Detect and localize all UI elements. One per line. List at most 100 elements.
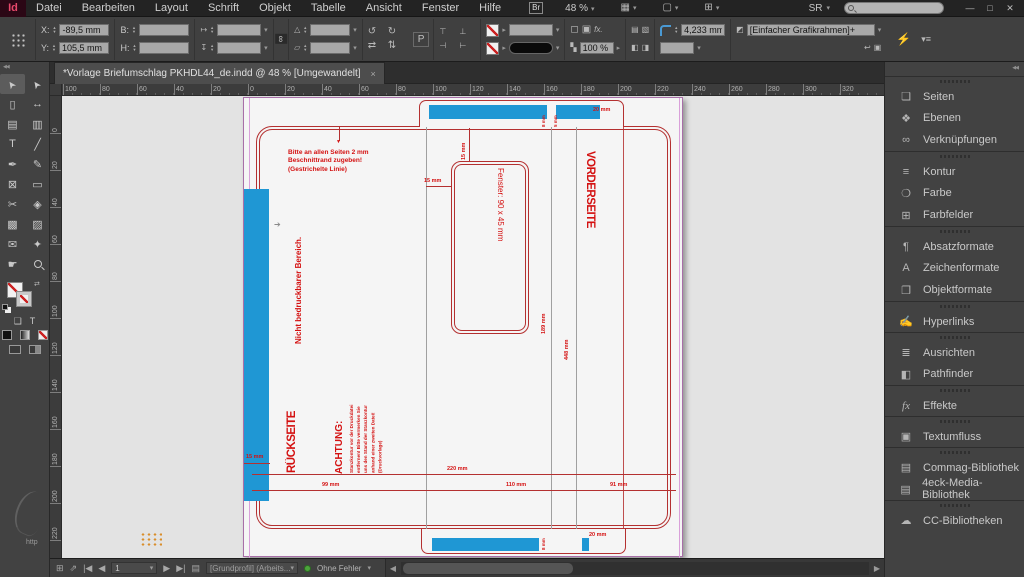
next-page-button[interactable]: ▶ <box>163 563 170 574</box>
scale-y-stepper[interactable]: ▲▼ <box>210 44 214 52</box>
menu-hilfe[interactable]: Hilfe <box>469 0 511 17</box>
scroll-right-icon[interactable]: ▶ <box>870 564 884 573</box>
content-placer-tool[interactable]: ▥ <box>25 114 50 134</box>
page-tool[interactable]: ▯ <box>0 94 25 114</box>
wrap-none-icon[interactable]: ▤ <box>631 24 639 36</box>
shear-input[interactable] <box>310 42 350 54</box>
wrap-jump-icon[interactable]: ◨ <box>642 42 650 54</box>
rotation-stepper[interactable]: ▲▼ <box>303 26 307 34</box>
collapse-panels-icon[interactable]: ◀◀ <box>885 62 1024 76</box>
content-collector-tool[interactable]: ▤ <box>0 114 25 134</box>
chevron-down-icon[interactable]: ▾ <box>353 44 357 52</box>
previous-page-button[interactable]: ◀ <box>98 563 105 574</box>
menu-tabelle[interactable]: Tabelle <box>301 0 356 17</box>
stroke-swatch[interactable] <box>486 42 499 55</box>
width-input[interactable] <box>139 24 189 36</box>
reference-point-proxy[interactable] <box>10 32 25 47</box>
panel-item-textumfluss[interactable]: ▣ Textumfluss <box>885 416 1024 447</box>
menu-fenster[interactable]: Fenster <box>412 0 469 17</box>
zoom-level-control[interactable]: 48 %▾ <box>565 3 594 14</box>
width-stepper[interactable]: ▲▼ <box>132 26 136 34</box>
ruler-origin[interactable] <box>50 84 62 96</box>
rotation-input[interactable] <box>310 24 350 36</box>
collapse-tools-icon[interactable]: ◀◀ <box>0 62 49 74</box>
menu-layout[interactable]: Layout <box>145 0 198 17</box>
chevron-down-icon[interactable]: ▾ <box>556 26 560 34</box>
default-fill-stroke-icon[interactable] <box>2 304 8 310</box>
rotate-cw-icon[interactable]: ↻ <box>388 26 404 38</box>
corner-radius-stepper[interactable]: ▲▼ <box>674 26 678 34</box>
close-tab-icon[interactable]: × <box>371 69 376 79</box>
gradient-tool[interactable]: ▩ <box>0 214 25 234</box>
corner-options-icon[interactable] <box>660 25 671 36</box>
select-container-icon[interactable]: P <box>413 32 430 47</box>
chevron-down-icon[interactable]: ▾ <box>556 44 560 52</box>
apply-none-icon[interactable] <box>38 330 48 340</box>
pasteboard[interactable]: Bitte an allen Seiten 2 mm Beschnittrand… <box>62 96 884 558</box>
view-icon-b[interactable]: ⇗ <box>70 563 78 574</box>
stroke-style-dropdown[interactable] <box>509 42 553 54</box>
panel-item-absatzformate[interactable]: ¶ Absatzformate <box>885 226 1024 257</box>
gradient-feather-tool[interactable]: ▨ <box>25 214 50 234</box>
tint-input[interactable] <box>509 24 553 36</box>
search-input[interactable] <box>854 3 934 13</box>
corner-shape-dropdown[interactable] <box>660 42 694 54</box>
panel-item-kontur[interactable]: ≡ Kontur <box>885 151 1024 182</box>
panel-item-hyperlinks[interactable]: ✍ Hyperlinks <box>885 301 1024 332</box>
menu-bearbeiten[interactable]: Bearbeiten <box>72 0 145 17</box>
quick-apply-icon[interactable]: ▣ <box>874 42 882 54</box>
direct-selection-tool[interactable]: ➤ <box>25 74 50 94</box>
link-scale-icon[interactable]: ∞ <box>275 34 287 44</box>
panel-item-farbe[interactable]: ❍ Farbe <box>885 182 1024 204</box>
align-left-icon[interactable]: ⊣ <box>439 40 455 52</box>
pen-tool[interactable]: ✒ <box>0 154 25 174</box>
chevron-down-icon[interactable]: ▾ <box>878 26 882 34</box>
menu-objekt[interactable]: Objekt <box>249 0 301 17</box>
shear-stepper[interactable]: ▲▼ <box>303 44 307 52</box>
fill-swatch[interactable] <box>486 24 499 37</box>
preflight-profile-dropdown[interactable]: [Grundprofil] (Arbeits...▾ <box>206 562 298 574</box>
gap-tool[interactable]: ↔ <box>25 94 50 114</box>
scroll-left-icon[interactable]: ◀ <box>386 564 400 573</box>
preflight-panel-icon[interactable]: ▤ <box>191 563 200 574</box>
screen-mode-dropdown[interactable]: ▢▾ <box>662 2 678 14</box>
corner-radius-input[interactable] <box>681 24 725 36</box>
frame-tool[interactable]: ⊠ <box>0 174 25 194</box>
last-page-button[interactable]: ▶| <box>176 563 185 574</box>
panel-item-verknuepfungen[interactable]: ∞ Verknüpfungen <box>885 129 1024 151</box>
search-box[interactable] <box>844 2 944 14</box>
wrap-object-icon[interactable]: ◧ <box>631 42 639 54</box>
free-transform-tool[interactable]: ◈ <box>25 194 50 214</box>
formatting-container-icon[interactable]: ❑ <box>14 316 22 327</box>
arrange-documents-dropdown[interactable]: ⊞▾ <box>704 2 719 14</box>
panel-item-farbfelder[interactable]: ⊞ Farbfelder <box>885 204 1024 226</box>
line-tool[interactable]: ╱ <box>25 134 50 154</box>
flip-vertical-icon[interactable]: ⇅ <box>388 40 404 52</box>
note-tool[interactable]: ✉ <box>0 234 25 254</box>
panel-item-seiten[interactable]: ❏ Seiten <box>885 76 1024 107</box>
panel-item-zeichenformate[interactable]: A Zeichenformate <box>885 257 1024 279</box>
x-input[interactable] <box>59 24 109 36</box>
chevron-down-icon[interactable]: ▾ <box>264 44 268 52</box>
chevron-down-icon[interactable]: ▾ <box>353 26 357 34</box>
align-bottom-icon[interactable]: ⊥ <box>459 26 475 38</box>
apply-gradient-icon[interactable] <box>20 330 30 340</box>
apply-color-icon[interactable] <box>2 330 12 340</box>
view-icon-a[interactable]: ⊞ <box>56 563 64 574</box>
horizontal-ruler[interactable]: 1008060402002040608010012014016018020022… <box>62 84 884 96</box>
scissors-tool[interactable]: ✂ <box>0 194 25 214</box>
swap-fill-stroke-icon[interactable]: ⇄ <box>34 280 40 288</box>
menu-ansicht[interactable]: Ansicht <box>356 0 412 17</box>
panel-item-ebenen[interactable]: ❖ Ebenen <box>885 107 1024 129</box>
scale-x-stepper[interactable]: ▲▼ <box>210 26 214 34</box>
maximize-button[interactable]: □ <box>980 1 1000 16</box>
formatting-text-icon[interactable]: T <box>30 316 36 326</box>
chevron-down-icon[interactable]: ▾ <box>697 44 701 52</box>
panel-item-commag-bibliothek[interactable]: ▤ Commag-Bibliothek <box>885 447 1024 478</box>
align-top-icon[interactable]: ⊤ <box>439 26 455 38</box>
wrap-bounding-icon[interactable]: ▧ <box>642 24 650 36</box>
top-flap[interactable] <box>419 100 624 127</box>
document-tab[interactable]: *Vorlage Briefumschlag PKHDL44_de.indd @… <box>54 62 385 84</box>
panel-item-cc-bibliotheken[interactable]: ☁ CC-Bibliotheken <box>885 500 1024 531</box>
height-stepper[interactable]: ▲▼ <box>132 44 136 52</box>
